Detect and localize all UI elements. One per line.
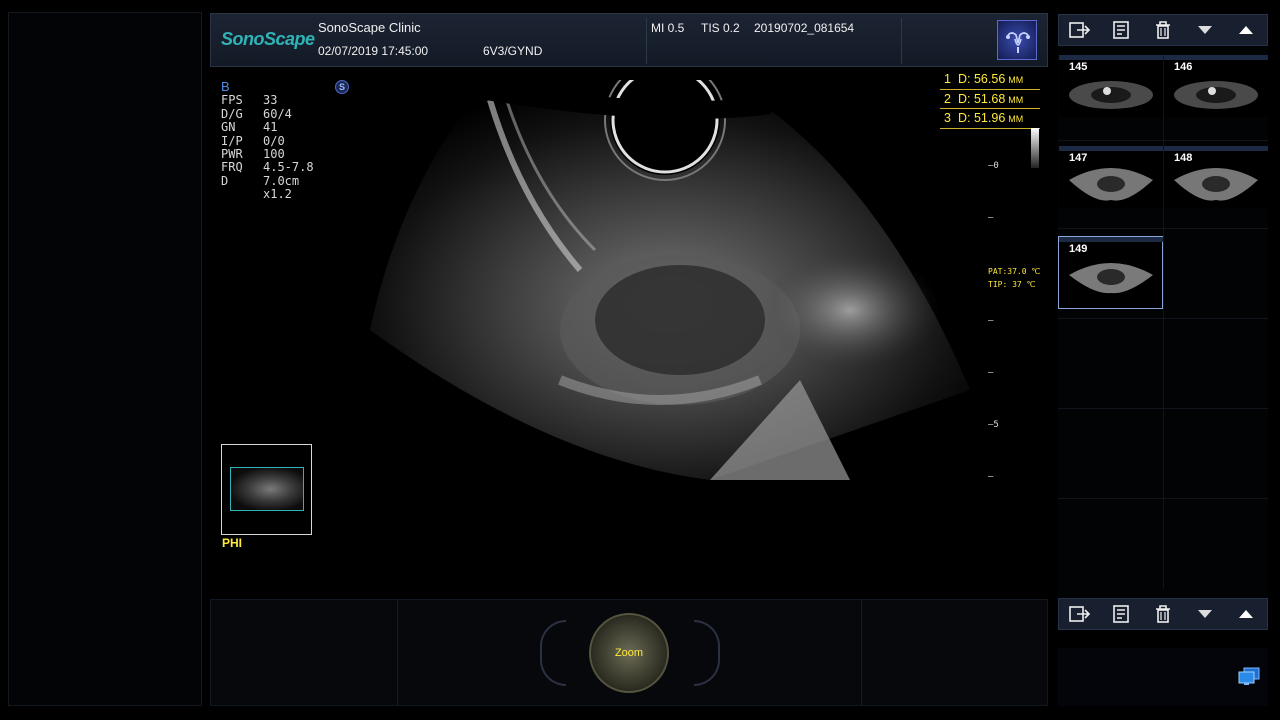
bar-divider	[861, 600, 862, 706]
thumbnail-image	[1174, 168, 1258, 201]
brand-logo: SonoScape	[221, 29, 315, 49]
measurement-results: 1 D: 56.56 MM 2 D: 51.68 MM 3 D: 51.96 MM	[940, 70, 1040, 129]
trash-icon[interactable]	[1149, 18, 1177, 42]
imaging-parameters: B FPS 33 D/G 60/4 GN 41 I/P 0/0 PWR 100 FRQ 4.…	[221, 80, 314, 202]
header-divider	[646, 18, 647, 64]
phi-label: PHI	[222, 536, 243, 550]
thumbnail-toolbar-bottom	[1058, 598, 1268, 630]
param-row: D/G 60/4	[221, 106, 292, 121]
exam-datetime: 02/07/2019 17:45:00	[318, 44, 429, 58]
sono-mark-icon: S	[335, 80, 349, 94]
uterus-icon[interactable]	[997, 20, 1037, 60]
thumbnail-item[interactable]: 147	[1059, 146, 1163, 208]
export-icon[interactable]	[1066, 18, 1094, 42]
grayscale-bar	[1031, 128, 1039, 168]
thumbnail-item-selected[interactable]: 149	[1058, 236, 1163, 309]
probe-preset: 6V3/GYND	[483, 44, 543, 58]
grid-divider	[1058, 318, 1268, 319]
report-icon[interactable]	[1107, 602, 1135, 626]
depth-tick: —	[988, 213, 994, 223]
depth-scale-five: —5	[988, 420, 999, 430]
thumbnail-toolbar-top	[1058, 14, 1268, 46]
grid-divider	[1163, 54, 1164, 589]
depth-tick: —	[988, 368, 994, 378]
arrow-down-icon[interactable]	[1191, 602, 1219, 626]
thumbnail-item[interactable]: 145	[1059, 55, 1163, 117]
thumbnail-image	[1174, 81, 1258, 109]
depth-tick: —	[988, 316, 994, 326]
export-icon[interactable]	[1066, 602, 1094, 626]
thumbnail-image	[1069, 168, 1153, 201]
depth-tick: —	[988, 472, 994, 482]
param-row: D 7.0cm	[221, 173, 300, 188]
zoom-button[interactable]: Zoom	[589, 613, 669, 693]
param-row: I/P 0/0	[221, 133, 285, 148]
mi-value: MI 0.5	[651, 21, 685, 35]
grid-divider	[1058, 498, 1268, 499]
param-row: GN 41	[221, 120, 278, 135]
tip-temperature: TIP: 37 ℃	[988, 280, 1036, 289]
measurement-row: 3 D: 51.96 MM	[940, 109, 1040, 129]
phi-overview[interactable]	[221, 444, 312, 535]
param-row: x1.2	[263, 187, 292, 202]
imaging-mode: B	[221, 79, 230, 94]
param-row: FPS 33	[221, 93, 278, 108]
arrow-down-icon[interactable]	[1191, 18, 1219, 42]
clinic-name: SonoScape Clinic	[318, 20, 421, 35]
bar-divider	[397, 600, 398, 706]
report-icon[interactable]	[1107, 18, 1135, 42]
grid-divider	[1058, 140, 1268, 141]
measurement-row: 2 D: 51.68 MM	[940, 90, 1040, 109]
ultrasound-image	[370, 80, 970, 480]
thumbnail-item[interactable]: 146	[1164, 55, 1268, 117]
patient-temperature: PAT:37.0 ℃	[988, 267, 1041, 276]
bottom-right-area	[1058, 648, 1268, 706]
phi-zoom-region	[230, 467, 304, 511]
thumbnail-item[interactable]: 148	[1164, 146, 1268, 208]
param-row: PWR 100	[221, 147, 285, 162]
file-id: 20190702_081654	[754, 21, 855, 35]
grid-divider	[1058, 228, 1268, 229]
arrow-up-icon[interactable]	[1232, 18, 1260, 42]
multi-monitor-icon[interactable]	[1238, 667, 1260, 687]
param-row: FRQ 4.5-7.8	[221, 160, 314, 175]
header-divider	[901, 18, 902, 64]
tis-value: TIS 0.2	[701, 21, 740, 35]
grid-divider	[1058, 408, 1268, 409]
info-header: SonoScape SonoScape Clinic 02/07/2019 17…	[210, 13, 1048, 67]
left-panel	[8, 12, 202, 706]
measurement-row: 1 D: 56.56 MM	[940, 70, 1040, 90]
depth-scale-zero: —0	[988, 161, 999, 171]
thumbnail-image	[1069, 263, 1153, 294]
thumbnail-image	[1069, 81, 1153, 109]
arrow-up-icon[interactable]	[1232, 602, 1260, 626]
trash-icon[interactable]	[1149, 602, 1177, 626]
